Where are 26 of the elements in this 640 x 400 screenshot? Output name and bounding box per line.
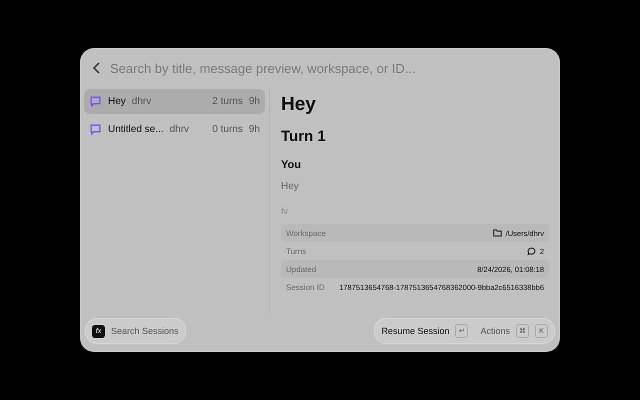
- search-sessions-button[interactable]: Search Sessions: [111, 326, 179, 336]
- metadata-label: Session ID: [286, 282, 325, 292]
- resume-session-button[interactable]: Resume Session: [381, 326, 450, 336]
- chat-bubble-icon: [89, 95, 102, 108]
- session-title-heading: Hey: [281, 94, 317, 116]
- message-text: Hey: [281, 181, 300, 192]
- metadata-label: Turns: [286, 246, 306, 256]
- session-user: dhrv: [132, 96, 152, 107]
- folder-icon: [492, 229, 502, 237]
- session-item[interactable]: Untitled se... dhrv 0 turns 9h: [84, 117, 265, 142]
- turn-heading: Turn 1: [281, 128, 327, 145]
- chat-bubble-icon: [89, 123, 102, 136]
- session-user: dhrv: [170, 124, 190, 135]
- session-age: 9h: [248, 96, 260, 107]
- session-age: 9h: [248, 124, 260, 135]
- actions-button[interactable]: Actions: [480, 326, 510, 336]
- speech-bubble-icon: [526, 246, 536, 256]
- speaker-label: You: [281, 159, 302, 171]
- session-title: Hey: [108, 96, 126, 107]
- search-field[interactable]: Search by title, message preview, workspace, or ID...: [110, 60, 550, 76]
- turn-count: 2 turns: [212, 96, 243, 107]
- session-item[interactable]: Hey dhrv 2 turns 9h: [84, 89, 265, 114]
- metadata-label: Updated: [286, 264, 316, 274]
- turn-count: 0 turns: [212, 124, 243, 135]
- metadata-label: Workspace: [286, 228, 326, 238]
- session-title: Untitled se...: [108, 124, 164, 135]
